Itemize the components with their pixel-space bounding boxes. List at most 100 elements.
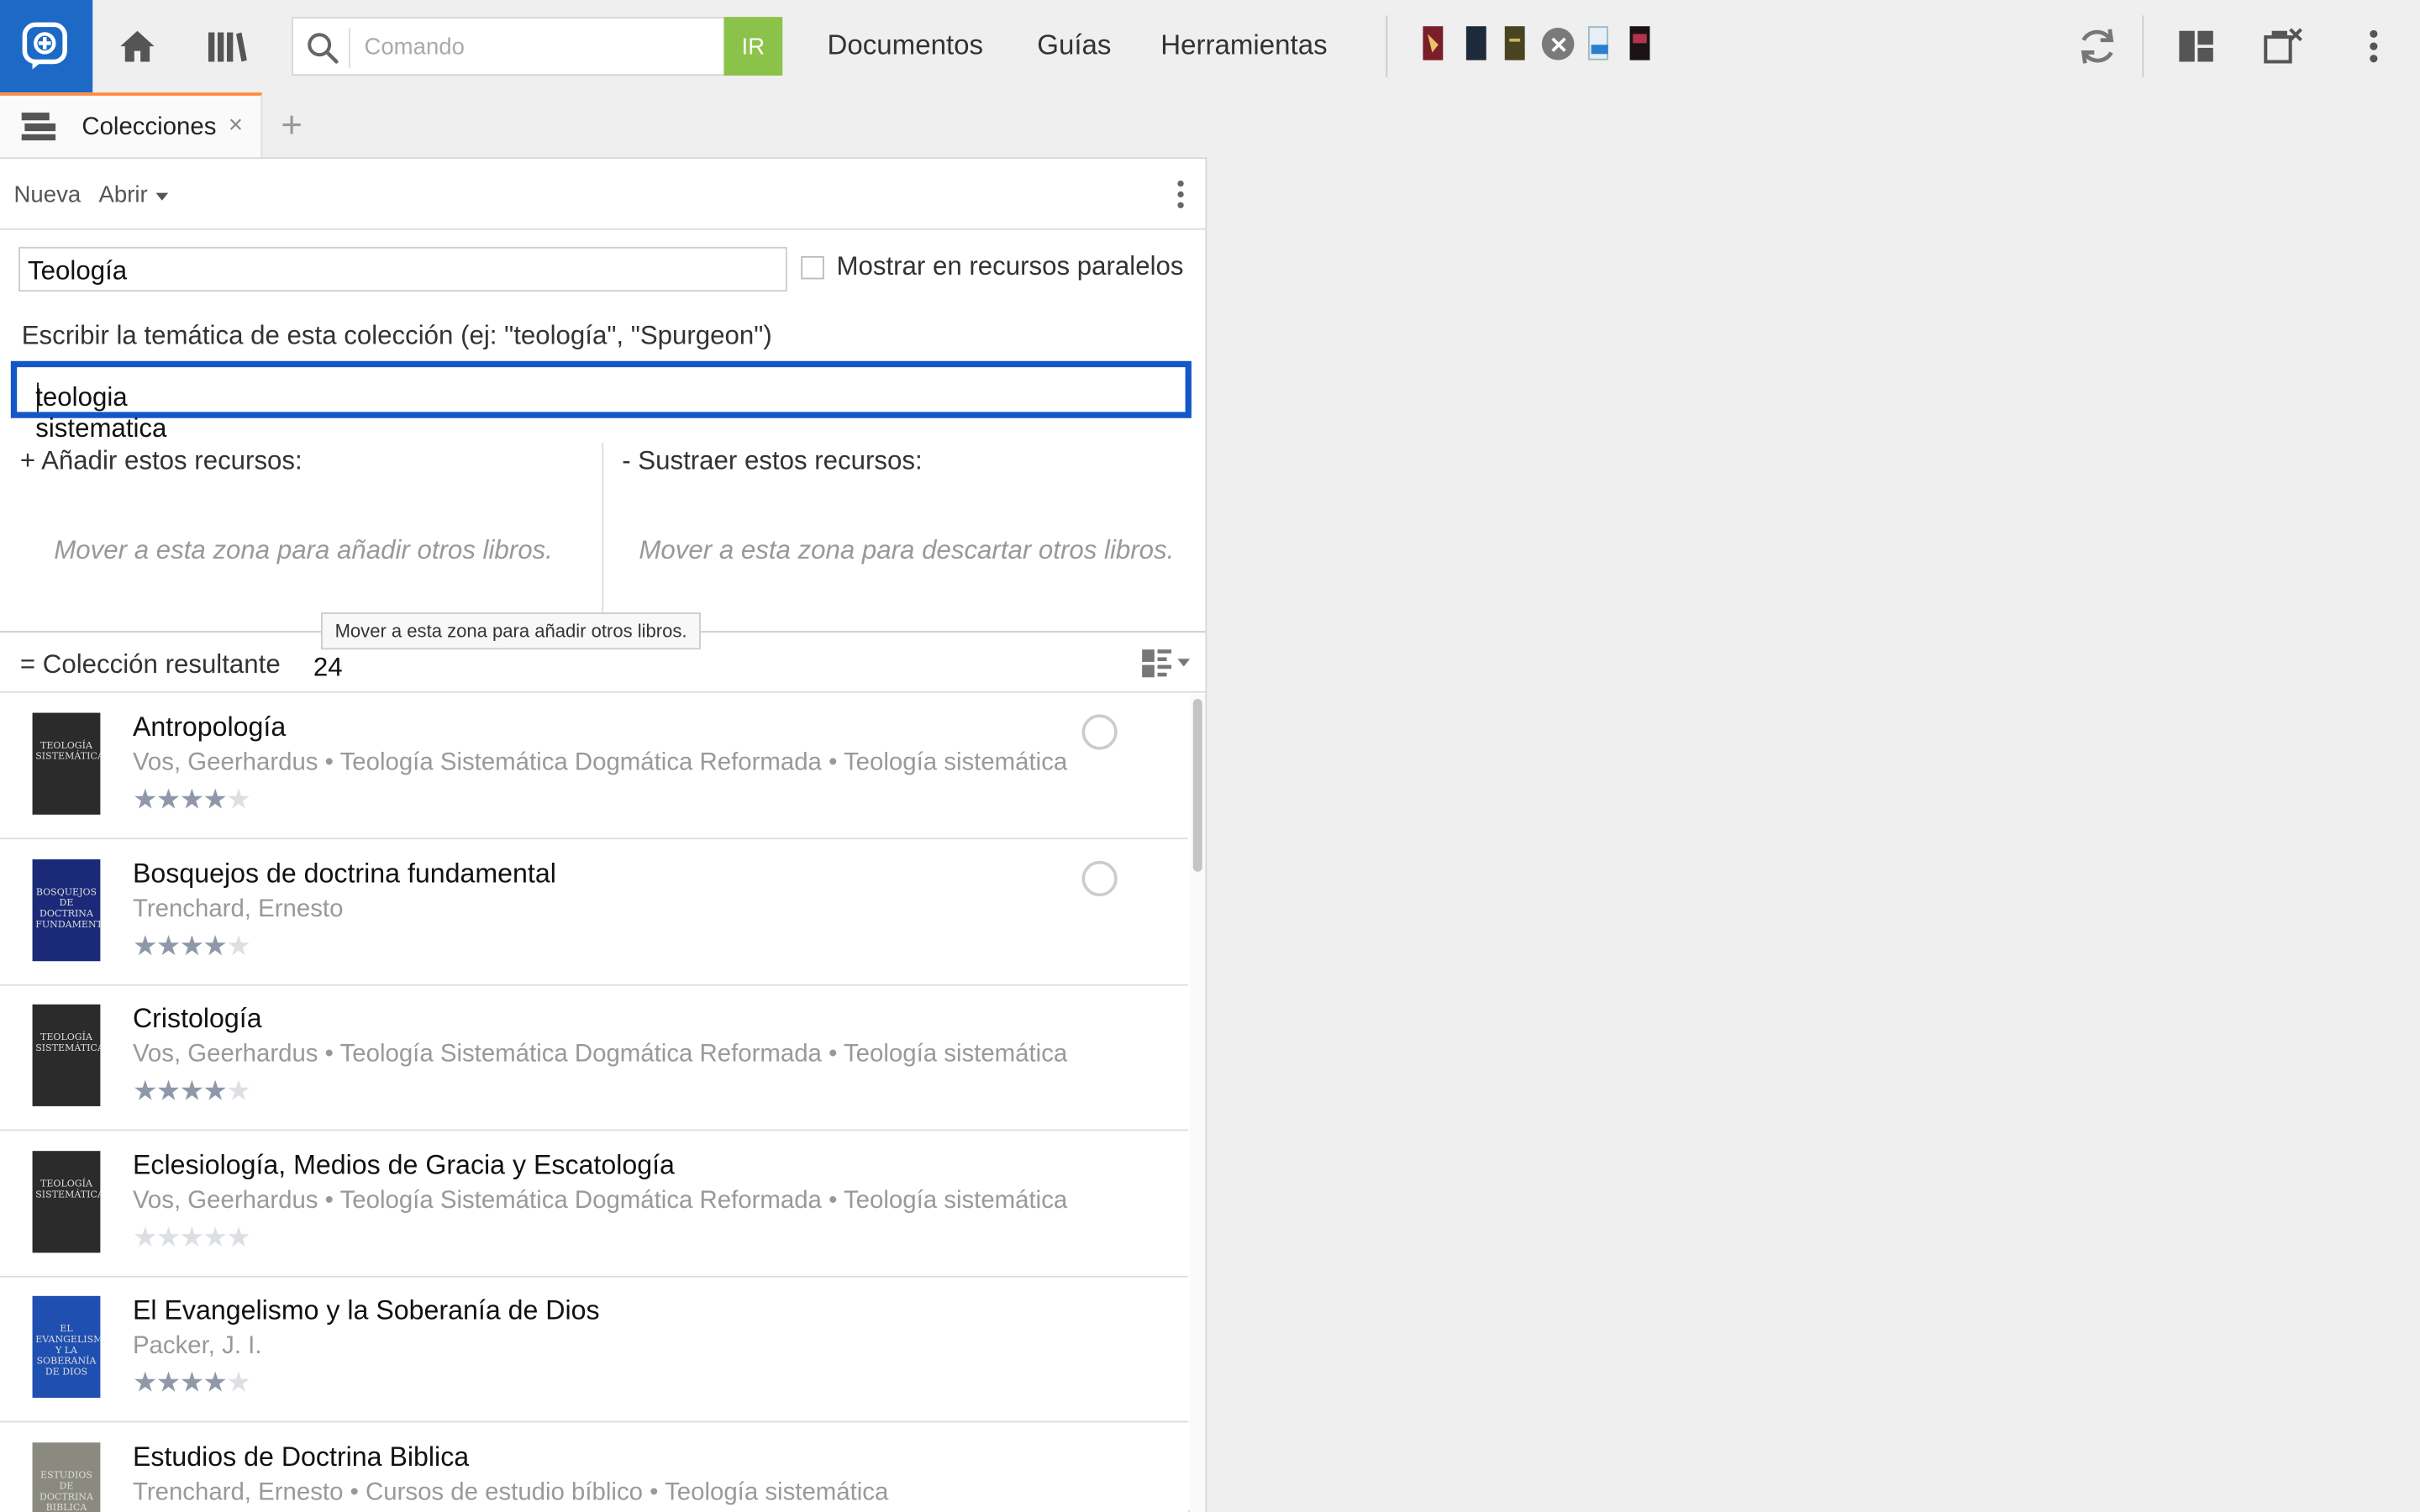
result-title[interactable]: Estudios de Doctrina Biblica: [133, 1441, 469, 1473]
go-button[interactable]: IR: [723, 17, 783, 76]
close-panels-button[interactable]: [2258, 22, 2307, 71]
star-icon[interactable]: ★: [226, 784, 251, 815]
library-button[interactable]: [203, 22, 252, 71]
drop-zone-tooltip: Mover a esta zona para añadir otros libr…: [321, 612, 702, 650]
download-progress-icon: [1081, 860, 1118, 897]
star-icon[interactable]: ★: [133, 784, 158, 815]
result-title[interactable]: Cristología: [133, 1003, 262, 1036]
star-icon[interactable]: ★: [226, 1222, 251, 1253]
panel-menu-icon[interactable]: [1175, 179, 1187, 210]
result-row[interactable]: TEOLOGÍA SISTEMÁTICA Antropología Vos, Gee…: [0, 694, 1189, 840]
result-title[interactable]: Bosquejos de doctrina fundamental: [133, 858, 556, 890]
book-cover-text: TEOLOGÍA SISTEMÁTICA: [35, 1032, 101, 1054]
download-progress-icon: [1081, 714, 1118, 750]
star-icon[interactable]: ★: [180, 1075, 205, 1106]
rating-stars[interactable]: ★★★★★: [133, 1075, 251, 1108]
result-row[interactable]: EL EVANGELISMO Y LA SOBERANÍA DE DIOS El …: [0, 1277, 1189, 1423]
new-collection-button[interactable]: Nueva: [14, 182, 82, 208]
result-meta: Vos, Geerhardus • Teología Sistemática D…: [132, 1041, 1068, 1068]
result-row[interactable]: ESTUDIOS DE DOCTRINA BIBLICA Estudios de …: [0, 1424, 1189, 1512]
star-icon[interactable]: ★: [180, 1222, 205, 1253]
tab-colecciones[interactable]: Colecciones ×: [0, 92, 263, 158]
home-icon: [120, 30, 155, 62]
add-tab-button[interactable]: +: [281, 105, 302, 148]
view-options-icon[interactable]: [1140, 648, 1192, 679]
open-collection-dropdown[interactable]: Abrir: [99, 182, 168, 208]
book-cover-image: EL EVANGELISMO Y LA SOBERANÍA DE DIOS: [32, 1295, 101, 1399]
parallel-resources-checkbox[interactable]: [801, 255, 824, 280]
sync-button[interactable]: [2073, 22, 2123, 71]
star-icon[interactable]: ★: [226, 1367, 251, 1398]
star-icon[interactable]: ★: [203, 1367, 228, 1398]
rating-stars[interactable]: ★★★★★: [133, 1222, 251, 1255]
text-cursor: [37, 382, 39, 412]
book-cover-text: BOSQUEJOS DE DOCTRINA FUNDAMENTAL: [35, 887, 100, 931]
shortcut-close-button[interactable]: [1541, 28, 1575, 60]
home-button[interactable]: [113, 22, 162, 71]
tab-label: Colecciones: [82, 113, 217, 141]
result-title[interactable]: Eclesiología, Medios de Gracia y Escatol…: [133, 1149, 675, 1182]
star-icon[interactable]: ★: [226, 931, 251, 962]
result-meta: Trenchard, Ernesto: [132, 896, 344, 923]
toolbar-divider: [1386, 15, 1388, 77]
zone-divider: [602, 443, 604, 632]
result-title[interactable]: El Evangelismo y la Soberanía de Dios: [133, 1294, 600, 1327]
search-icon: [308, 33, 339, 64]
menu-guias[interactable]: Guías: [1037, 29, 1111, 62]
scrollbar-thumb[interactable]: [1192, 699, 1202, 872]
result-row[interactable]: TEOLOGÍA SISTEMÁTICA Eclesiología, Medios…: [0, 1132, 1189, 1278]
rating-stars[interactable]: ★★★★★: [133, 931, 251, 963]
more-options-button[interactable]: [2349, 22, 2398, 71]
star-icon[interactable]: ★: [133, 931, 158, 962]
star-icon[interactable]: ★: [203, 1222, 228, 1253]
result-row[interactable]: TEOLOGÍA SISTEMÁTICA Cristología Vos, Geer…: [0, 985, 1189, 1131]
star-icon[interactable]: ★: [203, 1075, 228, 1106]
menu-herramientas[interactable]: Herramientas: [1160, 29, 1327, 62]
rating-stars[interactable]: ★★★★★: [133, 1367, 251, 1399]
panel-toolbar: Nueva Abrir: [0, 159, 1206, 230]
star-icon[interactable]: ★: [133, 1222, 158, 1253]
star-icon[interactable]: ★: [133, 1367, 158, 1398]
shortcut-book-2[interactable]: [1465, 26, 1486, 60]
result-label: = Colección resultante: [19, 649, 281, 680]
result-row[interactable]: BOSQUEJOS DE DOCTRINA FUNDAMENTAL Bosquej…: [0, 841, 1189, 986]
menu-documentos[interactable]: Documentos: [827, 29, 983, 62]
subtract-drop-zone[interactable]: Mover a esta zona para descartar otros l…: [639, 535, 1174, 566]
result-meta: Packer, J. I.: [132, 1332, 262, 1360]
tab-close-button[interactable]: ×: [229, 113, 243, 140]
star-icon[interactable]: ★: [156, 1367, 182, 1398]
result-count: 24: [313, 652, 343, 682]
command-input[interactable]: [364, 24, 708, 68]
open-label: Abrir: [98, 181, 148, 208]
star-icon[interactable]: ★: [226, 1075, 251, 1106]
shortcut-book-1[interactable]: [1423, 26, 1444, 60]
book-cover-image: BOSQUEJOS DE DOCTRINA FUNDAMENTAL: [32, 859, 101, 962]
shortcut-book-3[interactable]: [1504, 26, 1525, 60]
star-icon[interactable]: ★: [156, 1222, 182, 1253]
star-icon[interactable]: ★: [156, 784, 182, 815]
result-title[interactable]: Antropología: [133, 711, 286, 744]
star-icon[interactable]: ★: [203, 784, 228, 815]
logos-logo-button[interactable]: [0, 0, 93, 93]
star-icon[interactable]: ★: [180, 931, 205, 962]
top-toolbar: IR Documentos Guías Herramientas: [0, 0, 2420, 93]
layouts-button[interactable]: [2171, 22, 2221, 71]
star-icon[interactable]: ★: [156, 1075, 182, 1106]
collection-title-field[interactable]: Teología: [18, 246, 787, 292]
star-icon[interactable]: ★: [180, 1367, 205, 1398]
rating-stars[interactable]: ★★★★★: [133, 784, 251, 816]
add-drop-zone[interactable]: Mover a esta zona para añadir otros libr…: [54, 535, 553, 566]
close-icon: [1550, 36, 1565, 51]
add-resources-label: + Añadir estos recursos:: [19, 445, 302, 475]
topic-rule-input[interactable]: teologia sistematica: [10, 360, 1192, 443]
layout-icon: [2179, 30, 2213, 62]
star-icon[interactable]: ★: [203, 931, 228, 962]
book-cover-text: TEOLOGÍA SISTEMÁTICA: [35, 1179, 101, 1200]
shortcut-book-4[interactable]: [1587, 26, 1608, 60]
shortcut-book-5[interactable]: [1629, 26, 1650, 60]
star-icon[interactable]: ★: [133, 1075, 158, 1106]
star-icon[interactable]: ★: [180, 784, 205, 815]
star-icon[interactable]: ★: [156, 931, 182, 962]
result-meta: Trenchard, Ernesto • Cursos de estudio b…: [132, 1479, 889, 1506]
topic-prompt-label: Escribir la temática de esta colección (…: [21, 321, 772, 350]
